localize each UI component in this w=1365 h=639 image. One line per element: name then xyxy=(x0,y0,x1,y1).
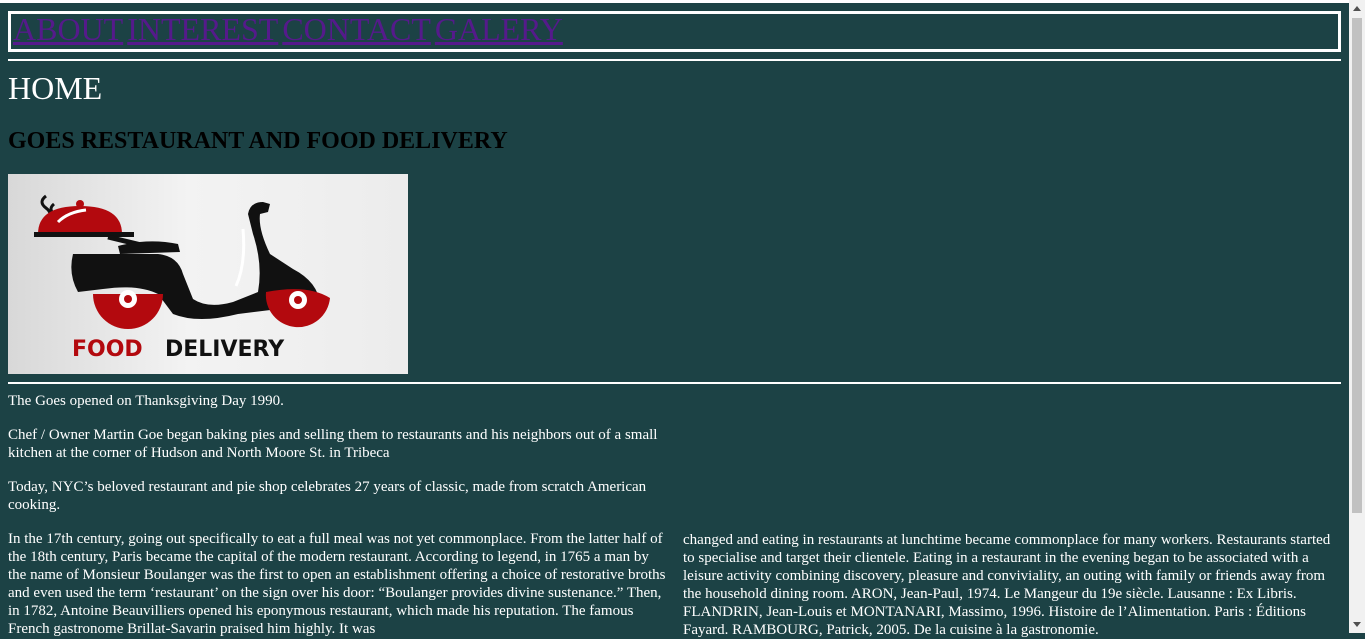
scroll-up-arrow-icon[interactable] xyxy=(1353,6,1361,11)
logo-text-food: FOOD xyxy=(72,337,143,362)
food-delivery-logo: FOOD DELIVERY xyxy=(8,174,408,374)
nav-links: ABOUT INTEREST CONTACT GALERY xyxy=(13,11,563,49)
paragraph-opened: The Goes opened on Thanksgiving Day 1990… xyxy=(8,393,284,409)
vertical-scrollbar[interactable] xyxy=(1349,0,1365,633)
food-delivery-scooter-icon: FOOD DELIVERY xyxy=(34,194,330,362)
divider-middle xyxy=(8,382,1341,384)
paragraph-chef: Chef / Owner Martin Goe began baking pie… xyxy=(8,427,658,461)
nav-link-galery[interactable]: GALERY xyxy=(435,11,563,47)
nav-link-about[interactable]: ABOUT xyxy=(13,11,123,47)
top-border xyxy=(0,0,1349,3)
paragraph-today: Today, NYC’s beloved restaurant and pie … xyxy=(8,479,647,513)
nav-link-contact[interactable]: CONTACT xyxy=(282,11,431,47)
paragraph-history-col2: changed and eating in restaurants at lun… xyxy=(683,532,1331,638)
page-heading-home: HOME xyxy=(8,70,103,106)
logo-text-delivery: DELIVERY xyxy=(165,337,285,362)
nav-link-interest[interactable]: INTEREST xyxy=(127,11,278,47)
nav-bar: ABOUT INTEREST CONTACT GALERY xyxy=(8,11,1341,52)
scroll-down-arrow-icon[interactable] xyxy=(1353,622,1361,627)
site-title: GOES RESTAURANT AND FOOD DELIVERY xyxy=(8,128,508,154)
scrollbar-thumb[interactable] xyxy=(1352,18,1362,513)
divider-top xyxy=(8,59,1341,61)
paragraph-history-col1: In the 17th century, going out specifica… xyxy=(8,531,666,637)
